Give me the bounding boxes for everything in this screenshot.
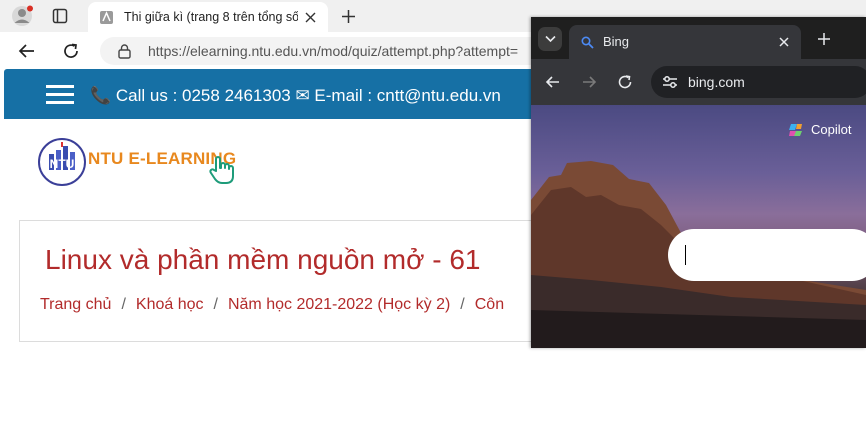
url-text: bing.com: [688, 74, 745, 90]
copilot-label[interactable]: Copilot: [811, 122, 851, 137]
hand-pointer-icon: [208, 154, 238, 186]
copilot-icon[interactable]: [788, 122, 804, 138]
logo-badge-text: NTU: [49, 157, 75, 171]
search-input[interactable]: [668, 229, 866, 281]
bing-background-image: Copilot: [531, 105, 866, 348]
breadcrumb-item[interactable]: Khoá học: [136, 296, 204, 313]
tab-search-icon[interactable]: [538, 27, 562, 51]
address-bar[interactable]: bing.com: [651, 66, 866, 98]
profile-icon[interactable]: [10, 4, 34, 28]
text-caret: [685, 245, 686, 265]
front-tab-strip: Bing: [531, 17, 866, 59]
url-text: https://elearning.ntu.edu.vn/mod/quiz/at…: [148, 43, 519, 59]
bing-search-favicon: [579, 34, 595, 50]
address-bar[interactable]: https://elearning.ntu.edu.vn/mod/quiz/at…: [100, 37, 560, 65]
breadcrumb-item[interactable]: Trang chủ: [40, 296, 111, 313]
breadcrumb-separator: /: [213, 296, 218, 313]
reload-icon[interactable]: [60, 40, 82, 62]
tab-title: Thi giữa kì (trang 8 trên tổng số 1: [124, 10, 298, 24]
close-icon[interactable]: [302, 9, 318, 25]
back-icon[interactable]: [16, 40, 38, 62]
breadcrumb-separator: /: [460, 296, 465, 313]
breadcrumb-item[interactable]: Côn: [475, 296, 504, 313]
ntu-logo-badge[interactable]: NTU: [37, 137, 87, 187]
new-tab-icon[interactable]: [338, 6, 358, 26]
page-card: [19, 220, 541, 342]
contact-info: 📞 Call us : 0258 2461303 ✉ E-mail : cntt…: [90, 86, 501, 105]
reload-icon[interactable]: [614, 71, 636, 93]
new-tab-icon[interactable]: [814, 29, 834, 49]
forward-icon[interactable]: [578, 71, 600, 93]
tab-title: Bing: [603, 34, 630, 49]
breadcrumb-separator: /: [121, 296, 126, 313]
close-icon[interactable]: [776, 34, 792, 50]
bing-browser-window: Bing bing.com Copilot: [531, 17, 866, 348]
breadcrumb: Trang chủ / Khoá học / Năm học 2021-2022 (Họ…: [40, 296, 504, 314]
tab-active[interactable]: Thi giữa kì (trang 8 trên tổng số 1: [88, 2, 328, 32]
site-header: 📞 Call us : 0258 2461303 ✉ E-mail : cntt…: [4, 69, 544, 119]
back-icon[interactable]: [542, 71, 564, 93]
front-toolbar: bing.com: [531, 59, 866, 105]
site-info-icon[interactable]: [661, 74, 679, 90]
breadcrumb-item[interactable]: Năm học 2021-2022 (Học kỳ 2): [228, 296, 450, 313]
page-title: Linux và phần mềm nguồn mở - 61: [45, 244, 481, 275]
hamburger-icon[interactable]: [46, 82, 74, 106]
tab-actions-icon[interactable]: [50, 6, 70, 26]
mountain-landscape: [531, 161, 866, 348]
lock-icon[interactable]: [116, 43, 132, 59]
tab-active[interactable]: Bing: [569, 25, 801, 59]
favicon: [98, 9, 114, 25]
